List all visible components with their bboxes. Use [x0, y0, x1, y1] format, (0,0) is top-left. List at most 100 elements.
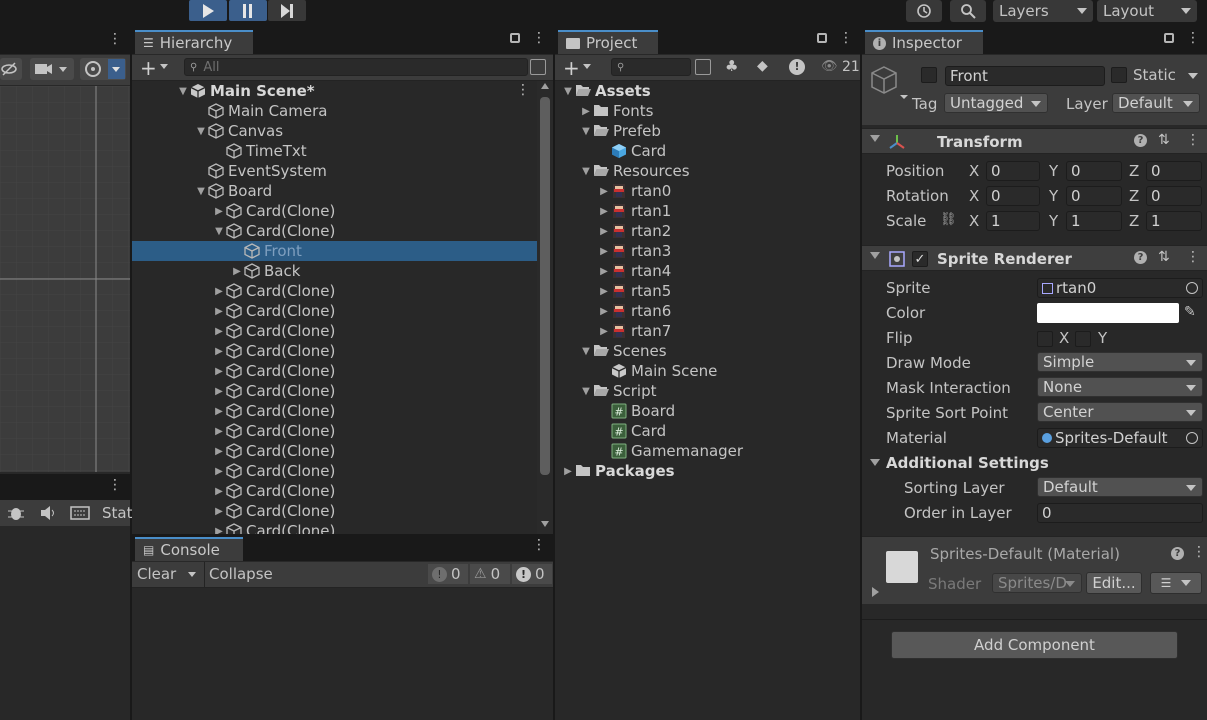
scale-y-field[interactable]: 1 [1066, 211, 1122, 231]
collapsed-arrow-icon[interactable]: ▶ [212, 446, 226, 457]
sprite-renderer-header[interactable]: ✓ Sprite Renderer ? ⇅ ⋮ [862, 245, 1207, 271]
expand-arrow-icon[interactable] [872, 587, 879, 597]
rotation-z-field[interactable]: 0 [1146, 186, 1202, 206]
collapse-arrow-icon[interactable] [870, 135, 880, 142]
collapsed-arrow-icon[interactable]: ▶ [597, 286, 611, 297]
layout-dropdown[interactable]: Layout [1097, 0, 1197, 22]
gameobject-cube-icon[interactable] [870, 65, 908, 101]
step-button[interactable] [268, 0, 306, 21]
speaker-icon[interactable] [38, 503, 58, 523]
hierarchy-item[interactable]: ▼ Main Scene* [176, 81, 315, 101]
project-item[interactable]: # Card [597, 421, 666, 441]
hierarchy-item[interactable]: ▶ Card(Clone) [212, 481, 335, 501]
draw-mode-dropdown[interactable]: Simple [1037, 352, 1203, 372]
scroll-up-icon[interactable] [541, 83, 549, 89]
hierarchy-item[interactable]: ▶ Card(Clone) [212, 521, 335, 534]
info-filter-toggle[interactable]: ! 0 [428, 564, 468, 584]
more-options-icon[interactable]: ⋮ [532, 537, 546, 553]
collapsed-arrow-icon[interactable]: ▶ [212, 286, 226, 297]
search-button[interactable] [950, 0, 986, 22]
project-item[interactable]: ▶ rtan1 [597, 201, 671, 221]
hierarchy-item[interactable]: ▶ Card(Clone) [212, 441, 335, 461]
camera-dropdown[interactable] [30, 58, 74, 80]
expanded-arrow-icon[interactable]: ▼ [579, 386, 593, 397]
clear-button[interactable]: Clear [137, 565, 176, 583]
hierarchy-item[interactable]: ▶ Card(Clone) [212, 421, 335, 441]
pause-button[interactable] [229, 0, 267, 21]
preset-icon[interactable]: ⇅ [1158, 132, 1170, 148]
hierarchy-item[interactable]: ▶ Card(Clone) [212, 281, 335, 301]
scale-z-field[interactable]: 1 [1146, 211, 1202, 231]
chevron-down-icon[interactable] [583, 64, 591, 69]
more-options-icon[interactable]: ⋮ [1186, 132, 1200, 148]
project-item[interactable]: ▶ Fonts [579, 101, 653, 121]
enabled-checkbox[interactable]: ✓ [912, 251, 928, 267]
rotation-y-field[interactable]: 0 [1066, 186, 1122, 206]
hierarchy-item[interactable]: ▼ Card(Clone) [212, 221, 335, 241]
additional-settings-label[interactable]: Additional Settings [886, 454, 1049, 472]
more-options-icon[interactable]: ⋮ [1186, 30, 1200, 46]
collapsed-arrow-icon[interactable]: ▶ [212, 466, 226, 477]
tag-dropdown[interactable]: Untagged [944, 93, 1048, 113]
collapsed-arrow-icon[interactable]: ▶ [212, 386, 226, 397]
more-options-icon[interactable]: ⋮ [1192, 544, 1206, 560]
rotation-x-field[interactable]: 0 [986, 186, 1040, 206]
tab-hierarchy[interactable]: ☰ Hierarchy [135, 30, 253, 54]
collapsed-arrow-icon[interactable]: ▶ [212, 506, 226, 517]
expanded-arrow-icon[interactable]: ▼ [194, 186, 208, 197]
history-button[interactable] [906, 0, 942, 22]
more-options-icon[interactable]: ⋮ [108, 31, 122, 47]
collapsed-arrow-icon[interactable]: ▶ [597, 326, 611, 337]
color-swatch[interactable] [1037, 303, 1179, 323]
collapsed-arrow-icon[interactable]: ▶ [597, 306, 611, 317]
eyedropper-icon[interactable]: ✎ [1184, 304, 1196, 320]
keyboard-icon[interactable] [70, 503, 90, 523]
hierarchy-item[interactable]: Main Camera [194, 101, 327, 121]
error-filter-toggle[interactable]: ! 0 [512, 564, 552, 584]
hierarchy-item[interactable]: TimeTxt [212, 141, 307, 161]
gizmos-dropdown[interactable] [80, 58, 126, 80]
object-picker-icon[interactable] [1186, 432, 1198, 444]
project-item[interactable]: ▼ Resources [579, 161, 689, 181]
error-filter-icon[interactable]: ! [789, 59, 805, 75]
scene-viewport[interactable] [0, 86, 130, 472]
collapsed-arrow-icon[interactable]: ▶ [230, 266, 244, 277]
hierarchy-item[interactable]: ▶ Card(Clone) [212, 381, 335, 401]
flip-x-checkbox[interactable] [1037, 331, 1053, 347]
layers-dropdown[interactable]: Layers [993, 0, 1093, 22]
project-item[interactable]: ▶ rtan0 [597, 181, 671, 201]
collapsed-arrow-icon[interactable]: ▶ [212, 426, 226, 437]
project-item[interactable]: ▶ rtan7 [597, 321, 671, 341]
scroll-thumb[interactable] [540, 97, 550, 475]
collapsed-arrow-icon[interactable]: ▶ [212, 366, 226, 377]
sort-point-dropdown[interactable]: Center [1037, 402, 1203, 422]
static-checkbox[interactable] [1111, 67, 1127, 83]
expanded-arrow-icon[interactable]: ▼ [212, 226, 226, 237]
hierarchy-item[interactable]: EventSystem [194, 161, 327, 181]
hierarchy-item[interactable]: ▶ Card(Clone) [212, 361, 335, 381]
hierarchy-item[interactable]: ▶ Card(Clone) [212, 201, 335, 221]
project-item[interactable]: Card [597, 141, 666, 161]
expanded-arrow-icon[interactable]: ▼ [176, 86, 190, 97]
hierarchy-item[interactable]: ▶ Back [230, 261, 300, 281]
expanded-arrow-icon[interactable]: ▼ [579, 346, 593, 357]
hierarchy-item[interactable]: ▶ Card(Clone) [212, 321, 335, 341]
transform-header[interactable]: Transform ? ⇅ ⋮ [862, 128, 1207, 154]
more-options-icon[interactable]: ⋮ [532, 30, 546, 46]
hierarchy-item[interactable]: ▶ Card(Clone) [212, 401, 335, 421]
collapsed-arrow-icon[interactable]: ▶ [597, 206, 611, 217]
expanded-arrow-icon[interactable]: ▼ [579, 166, 593, 177]
collapse-arrow-icon[interactable] [870, 459, 880, 466]
sprite-object-field[interactable]: rtan0 [1037, 278, 1203, 298]
search-by-type-icon[interactable] [695, 59, 711, 75]
material-object-field[interactable]: Sprites-Default [1037, 428, 1203, 448]
collapsed-arrow-icon[interactable]: ▶ [597, 266, 611, 277]
collapsed-arrow-icon[interactable]: ▶ [597, 246, 611, 257]
project-item[interactable]: ▼ Assets [561, 81, 651, 101]
project-item[interactable]: ▶ rtan3 [597, 241, 671, 261]
collapse-button[interactable]: Collapse [209, 565, 273, 583]
console-log-area[interactable] [132, 588, 553, 720]
collapsed-arrow-icon[interactable]: ▶ [597, 226, 611, 237]
project-item[interactable]: # Board [597, 401, 675, 421]
mask-interaction-dropdown[interactable]: None [1037, 377, 1203, 397]
